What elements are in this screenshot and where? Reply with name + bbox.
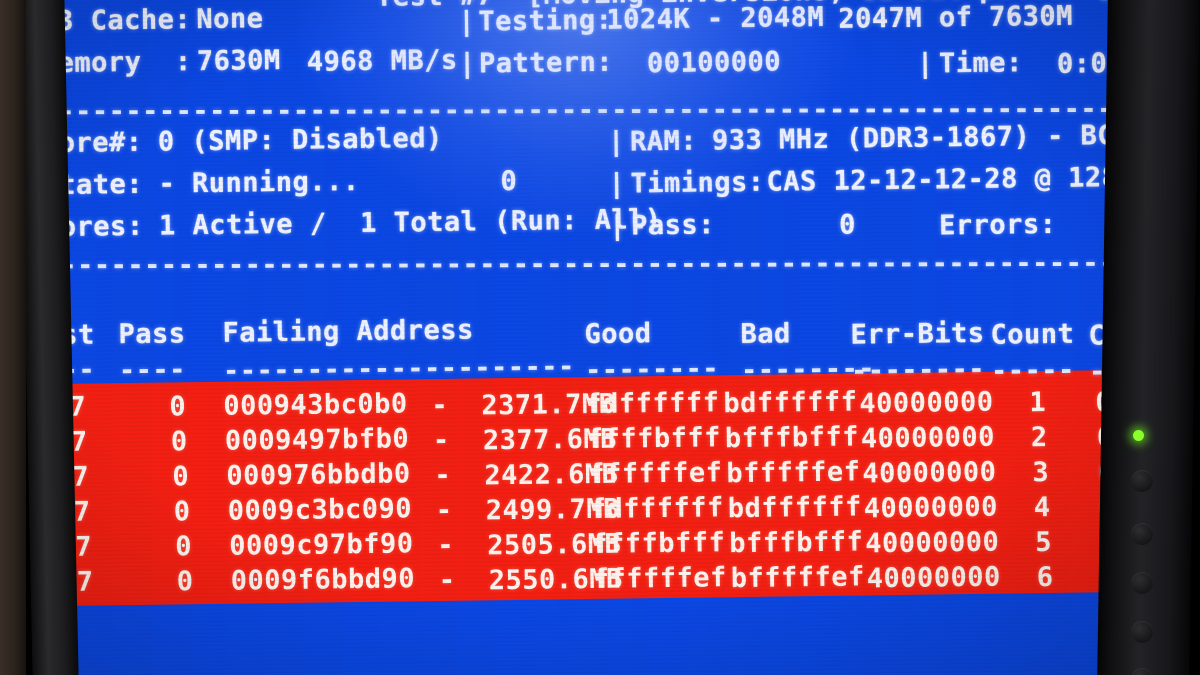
col-rule-pass: ---- bbox=[118, 354, 187, 387]
core-value: 0 (SMP: Disabled) bbox=[157, 122, 443, 158]
memtest-console: Test #7 [Moving inversions, 32 bit patte… bbox=[52, 0, 1136, 675]
cell-good: fdffffff bbox=[589, 492, 725, 526]
col-rule-count: ----- bbox=[990, 354, 1075, 387]
l3-cache-value: None bbox=[196, 3, 264, 36]
cell-err-bits: 40000000 bbox=[860, 421, 996, 455]
pattern-value: 00100000 bbox=[646, 46, 782, 80]
col-rule-err-bits: -------- bbox=[850, 353, 986, 387]
col-header-good: Good bbox=[584, 318, 652, 351]
cell-failing-address: 000976bbdb0 bbox=[226, 458, 411, 493]
osd-button-1[interactable] bbox=[1131, 470, 1153, 492]
cell-err-bits: 40000000 bbox=[859, 386, 994, 420]
divider-pipe-pass: | bbox=[608, 210, 627, 242]
cell-bad: bfffffef bbox=[730, 561, 865, 595]
cell-pass: 0 bbox=[176, 566, 194, 598]
pass-value: 0 bbox=[838, 209, 857, 241]
cell-err-bits: 40000000 bbox=[862, 456, 997, 490]
cell-bad: bdffffff bbox=[723, 386, 858, 420]
separator-rule-mid: ----------------------------------------… bbox=[52, 247, 1136, 282]
cell-dash: - bbox=[432, 424, 450, 457]
cell-failing-address: 0009f6bbd90 bbox=[230, 563, 416, 598]
timings-value: CAS 12-12-12-28 @ 128-bit Mo bbox=[766, 161, 1136, 198]
col-header-count: Count bbox=[990, 318, 1075, 351]
cell-count: 4 bbox=[1033, 491, 1051, 524]
memory-value: 7630M bbox=[196, 45, 281, 78]
ram-value: 933 MHz (DDR3-1867) - BCLK: 100 bbox=[711, 119, 1136, 157]
cell-count: 1 bbox=[1029, 387, 1047, 419]
testing-progress: 2047M of 7630M bbox=[838, 0, 1074, 35]
cell-failing-address: 000943bc0b0 bbox=[223, 388, 408, 423]
cell-pass: 0 bbox=[169, 391, 187, 423]
col-rule-failing-address: --------------------- bbox=[222, 351, 576, 387]
cell-bad: bfffbfff bbox=[724, 421, 860, 455]
cell-dash: - bbox=[434, 459, 452, 492]
cell-tst: 7 bbox=[73, 496, 91, 528]
cell-count: 6 bbox=[1036, 561, 1054, 594]
cell-count: 5 bbox=[1035, 526, 1053, 559]
monitor-screen: Test #7 [Moving inversions, 32 bit patte… bbox=[52, 0, 1136, 675]
cell-good: ffffffef bbox=[592, 562, 727, 596]
cell-dash: - bbox=[438, 564, 456, 597]
divider-pipe-testing: | bbox=[458, 6, 476, 38]
divider-pipe-time: | bbox=[916, 48, 934, 80]
cell-err-bits: 40000000 bbox=[865, 526, 1000, 560]
divider-pipe-timings: | bbox=[608, 168, 626, 200]
memory-label: Memory : bbox=[52, 46, 192, 80]
cell-failing-address: 0009497bfb0 bbox=[224, 423, 410, 458]
memory-speed: 4968 MB/s bbox=[306, 44, 458, 78]
cell-good: ffffbfff bbox=[591, 527, 726, 561]
cell-pass: 0 bbox=[172, 461, 190, 493]
cell-pass: 0 bbox=[170, 426, 188, 458]
cell-dash: - bbox=[437, 529, 455, 562]
cell-tst: 7 bbox=[72, 461, 90, 493]
col-rule-good: -------- bbox=[584, 353, 720, 387]
desk-edge bbox=[0, 0, 26, 675]
divider-pipe-pattern: | bbox=[458, 48, 476, 80]
state-count-value: 0 bbox=[500, 165, 518, 198]
col-header-pass: Pass bbox=[118, 318, 186, 351]
pass-label: Pass: bbox=[630, 209, 716, 242]
time-label: Time: bbox=[938, 47, 1023, 80]
cores-value: 1 Active / 1 Total (Run: All) bbox=[158, 204, 662, 242]
cell-failing-address: 0009c3bc090 bbox=[227, 493, 413, 528]
errors-label: Errors: bbox=[938, 208, 1057, 242]
cell-good: ffffffef bbox=[588, 457, 723, 491]
cell-good: fdffffff bbox=[585, 387, 720, 421]
cell-err-bits: 40000000 bbox=[863, 491, 999, 525]
cell-bad: bdffffff bbox=[727, 491, 863, 525]
cell-dash: - bbox=[435, 494, 453, 527]
cell-failing-address: 0009c97bf90 bbox=[229, 528, 414, 563]
cell-bad: bfffffef bbox=[726, 456, 861, 490]
col-header-failing-address: Failing Address bbox=[222, 314, 474, 349]
osd-button-3[interactable] bbox=[1131, 572, 1153, 594]
cell-tst: 7 bbox=[75, 531, 93, 563]
cell-err-bits: 40000000 bbox=[866, 561, 1001, 594]
power-led-indicator bbox=[1133, 430, 1144, 441]
cell-tst: 7 bbox=[76, 566, 94, 598]
state-value: - Running... bbox=[158, 165, 360, 200]
cell-count: 2 bbox=[1030, 422, 1048, 454]
l3-cache-label: L3 Cache: bbox=[52, 4, 192, 38]
ram-label: RAM: bbox=[629, 125, 698, 158]
divider-pipe-ram: | bbox=[607, 126, 625, 158]
cell-count: 3 bbox=[1032, 456, 1050, 489]
cell-good: ffffbfff bbox=[586, 422, 722, 456]
col-header-err-bits: Err-Bits bbox=[850, 317, 985, 351]
cell-pass: 0 bbox=[175, 531, 193, 563]
cell-bad: bfffbfff bbox=[729, 526, 864, 560]
testing-range: 1024K - 2048M bbox=[606, 1, 825, 36]
osd-button-2[interactable] bbox=[1131, 523, 1153, 545]
col-header-bad: Bad bbox=[740, 318, 791, 351]
testing-label: Testing: bbox=[478, 4, 613, 38]
cell-dash: - bbox=[431, 389, 449, 422]
photo-of-monitor: Test #7 [Moving inversions, 32 bit patte… bbox=[0, 0, 1200, 675]
pattern-label: Pattern: bbox=[478, 46, 614, 80]
timings-label: Timings: bbox=[630, 166, 765, 200]
osd-button-4[interactable] bbox=[1131, 621, 1153, 643]
cell-pass: 0 bbox=[173, 496, 191, 528]
